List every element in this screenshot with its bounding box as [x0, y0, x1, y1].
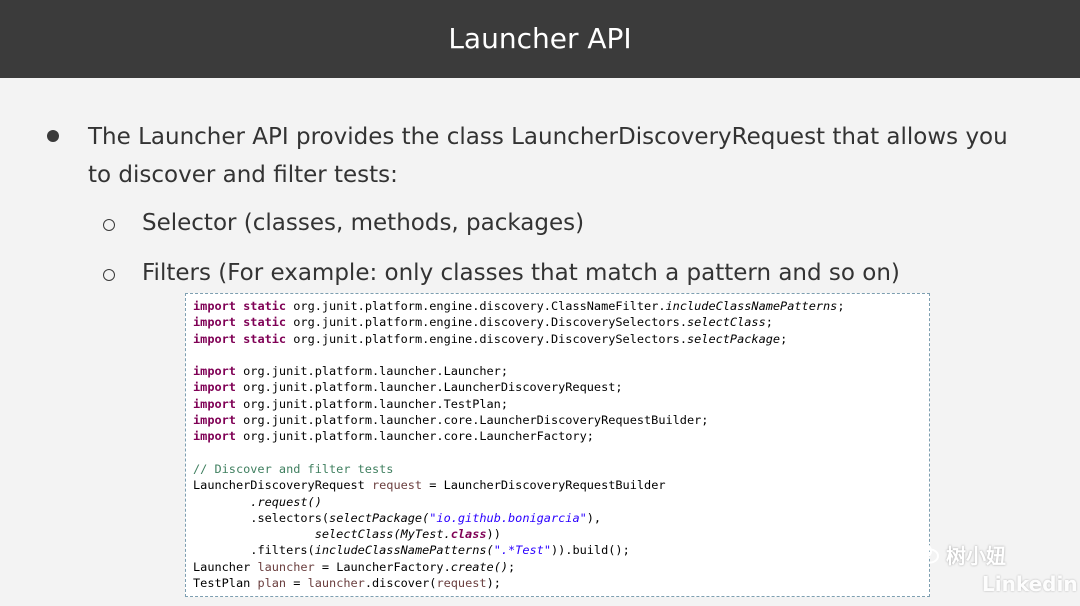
title-bar: Launcher API [0, 0, 1080, 78]
code-line: .request() [250, 494, 322, 509]
code-line: Launcher launcher = LauncherFactory.crea… [193, 559, 516, 574]
code-line: import org.junit.platform.launcher.core.… [193, 429, 594, 444]
code-line: LauncherDiscoveryRequest request = Launc… [193, 478, 666, 493]
watermark-brand: Linkedin [982, 572, 1078, 596]
code-line: import static org.junit.platform.engine.… [193, 331, 788, 346]
code-line: selectClass(MyTest.class)) [314, 527, 501, 542]
code-line: .selectors(selectPackage("io.github.boni… [250, 510, 602, 525]
code-line: import org.junit.platform.launcher.TestP… [193, 396, 508, 411]
hollow-circle-bullet-icon [103, 269, 115, 281]
sub-bullet-filters: Filters (For example: only classes that … [142, 260, 900, 286]
code-line: import org.junit.platform.launcher.Launc… [193, 380, 623, 395]
bullet-dot-icon [47, 130, 59, 142]
code-line: .filters(includeClassNamePatterns(".*Tes… [250, 543, 630, 558]
code-line: import org.junit.platform.launcher.core.… [193, 413, 709, 428]
main-bullet-text: The Launcher API provides the class Laun… [88, 124, 1008, 188]
code-snippet: import static org.junit.platform.engine.… [185, 293, 930, 597]
watermark-account-name: 树小妞 [946, 544, 1006, 568]
code-line: TestPlan plan = launcher.discover(reques… [193, 576, 501, 591]
hollow-circle-bullet-icon [103, 219, 115, 231]
code-line: import static org.junit.platform.engine.… [193, 299, 845, 313]
code-line: import org.junit.platform.launcher.Launc… [193, 364, 508, 379]
watermark: 树小妞 Linkedin [910, 536, 1078, 600]
code-comment: // Discover and filter tests [193, 461, 394, 476]
code-line: import static org.junit.platform.engine.… [193, 315, 773, 330]
sub-bullet-selector: Selector (classes, methods, packages) [142, 210, 585, 236]
wechat-icon [910, 542, 939, 564]
slide-title: Launcher API [448, 22, 632, 55]
